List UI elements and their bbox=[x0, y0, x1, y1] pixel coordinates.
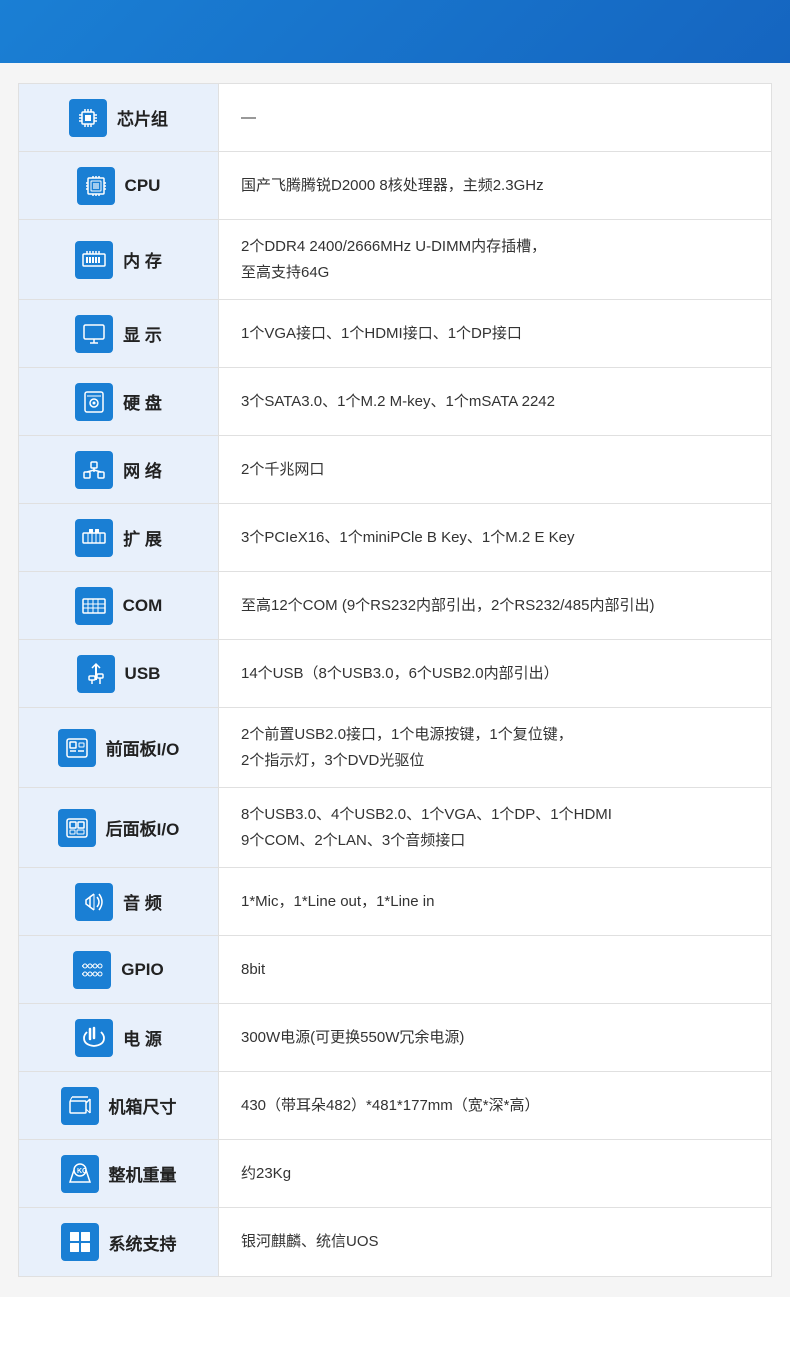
hdd-icon bbox=[75, 383, 113, 421]
spec-row-com: COM 至高12个COM (9个RS232内部引出，2个RS232/485内部引出… bbox=[19, 572, 771, 640]
spec-label-usb: USB bbox=[19, 640, 219, 707]
spec-label-text-os: 系统支持 bbox=[109, 1230, 177, 1255]
power-icon bbox=[75, 1019, 113, 1057]
spec-row-expansion: 扩 展 3个PCIeX16、1个miniPCle B Key、1个M.2 E Ke… bbox=[19, 504, 771, 572]
case-size-icon bbox=[61, 1087, 99, 1125]
spec-row-weight: KG 整机重量 约23Kg bbox=[19, 1140, 771, 1208]
spec-value-cpu: 国产飞腾腾锐D2000 8核处理器，主频2.3GHz bbox=[219, 152, 771, 219]
spec-value-usb: 14个USB（8个USB3.0，6个USB2.0内部引出） bbox=[219, 640, 771, 707]
spec-label-display: 显 示 bbox=[19, 300, 219, 367]
spec-value-os: 银河麒麟、统信UOS bbox=[219, 1208, 771, 1276]
spec-label-case-size: 机箱尺寸 bbox=[19, 1072, 219, 1139]
spec-row-power: 电 源 300W电源(可更换550W冗余电源) bbox=[19, 1004, 771, 1072]
spec-row-hdd: 硬 盘 3个SATA3.0、1个M.2 M-key、1个mSATA 2242 bbox=[19, 368, 771, 436]
spec-label-front-io: 前面板I/O bbox=[19, 708, 219, 787]
spec-row-os: 系统支持 银河麒麟、统信UOS bbox=[19, 1208, 771, 1276]
spec-label-os: 系统支持 bbox=[19, 1208, 219, 1276]
spec-label-text-com: COM bbox=[123, 596, 163, 616]
gpio-icon bbox=[73, 951, 111, 989]
spec-value-expansion: 3个PCIeX16、1个miniPCle B Key、1个M.2 E Key bbox=[219, 504, 771, 571]
spec-value-weight: 约23Kg bbox=[219, 1140, 771, 1207]
page-wrapper: 芯片组 — CPU 国产飞腾腾锐D2000 8核处理器，主频2.3GHz 内 存 2个DD… bbox=[0, 0, 790, 1297]
spec-value-memory: 2个DDR4 2400/2666MHz U-DIMM内存插槽，至高支持64G bbox=[219, 220, 771, 299]
spec-label-audio: 音 频 bbox=[19, 868, 219, 935]
spec-label-weight: KG 整机重量 bbox=[19, 1140, 219, 1207]
spec-label-text-hdd: 硬 盘 bbox=[123, 389, 162, 414]
spec-label-text-usb: USB bbox=[125, 664, 161, 684]
spec-row-audio: 音 频 1*Mic，1*Line out，1*Line in bbox=[19, 868, 771, 936]
spec-label-chipset: 芯片组 bbox=[19, 84, 219, 151]
spec-row-gpio: GPIO 8bit bbox=[19, 936, 771, 1004]
spec-label-expansion: 扩 展 bbox=[19, 504, 219, 571]
spec-value-com: 至高12个COM (9个RS232内部引出，2个RS232/485内部引出) bbox=[219, 572, 771, 639]
spec-label-rear-io: 后面板I/O bbox=[19, 788, 219, 867]
rear-io-icon bbox=[58, 809, 96, 847]
audio-icon bbox=[75, 883, 113, 921]
spec-row-memory: 内 存 2个DDR4 2400/2666MHz U-DIMM内存插槽，至高支持64… bbox=[19, 220, 771, 300]
spec-value-hdd: 3个SATA3.0、1个M.2 M-key、1个mSATA 2242 bbox=[219, 368, 771, 435]
spec-label-text-chipset: 芯片组 bbox=[117, 105, 168, 130]
spec-value-gpio: 8bit bbox=[219, 936, 771, 1003]
front-io-icon bbox=[58, 729, 96, 767]
spec-label-text-front-io: 前面板I/O bbox=[106, 735, 180, 760]
spec-label-cpu: CPU bbox=[19, 152, 219, 219]
spec-label-com: COM bbox=[19, 572, 219, 639]
spec-value-network: 2个千兆网口 bbox=[219, 436, 771, 503]
spec-label-text-weight: 整机重量 bbox=[109, 1161, 177, 1186]
spec-label-text-memory: 内 存 bbox=[123, 247, 162, 272]
spec-row-network: 网 络 2个千兆网口 bbox=[19, 436, 771, 504]
spec-label-text-gpio: GPIO bbox=[121, 960, 164, 980]
spec-label-text-case-size: 机箱尺寸 bbox=[109, 1093, 177, 1118]
spec-label-text-power: 电 源 bbox=[123, 1025, 162, 1050]
spec-label-hdd: 硬 盘 bbox=[19, 368, 219, 435]
spec-row-case-size: 机箱尺寸 430（带耳朵482）*481*177mm（宽*深*高） bbox=[19, 1072, 771, 1140]
spec-row-chipset: 芯片组 — bbox=[19, 84, 771, 152]
spec-row-cpu: CPU 国产飞腾腾锐D2000 8核处理器，主频2.3GHz bbox=[19, 152, 771, 220]
spec-label-text-display: 显 示 bbox=[123, 321, 162, 346]
cpu-icon bbox=[77, 167, 115, 205]
spec-label-text-rear-io: 后面板I/O bbox=[106, 815, 180, 840]
memory-icon bbox=[75, 241, 113, 279]
chipset-icon bbox=[69, 99, 107, 137]
com-icon bbox=[75, 587, 113, 625]
spec-row-rear-io: 后面板I/O 8个USB3.0、4个USB2.0、1个VGA、1个DP、1个HDM… bbox=[19, 788, 771, 868]
spec-value-display: 1个VGA接口、1个HDMI接口、1个DP接口 bbox=[219, 300, 771, 367]
display-icon bbox=[75, 315, 113, 353]
spec-label-memory: 内 存 bbox=[19, 220, 219, 299]
spec-label-gpio: GPIO bbox=[19, 936, 219, 1003]
spec-row-front-io: 前面板I/O 2个前置USB2.0接口，1个电源按键，1个复位键，2个指示灯，3个… bbox=[19, 708, 771, 788]
spec-value-power: 300W电源(可更换550W冗余电源) bbox=[219, 1004, 771, 1071]
expansion-icon bbox=[75, 519, 113, 557]
usb-icon bbox=[77, 655, 115, 693]
spec-value-front-io: 2个前置USB2.0接口，1个电源按键，1个复位键，2个指示灯，3个DVD光驱位 bbox=[219, 708, 771, 787]
spec-value-case-size: 430（带耳朵482）*481*177mm（宽*深*高） bbox=[219, 1072, 771, 1139]
spec-label-text-audio: 音 频 bbox=[123, 889, 162, 914]
spec-table: 芯片组 — CPU 国产飞腾腾锐D2000 8核处理器，主频2.3GHz 内 存 2个DD… bbox=[18, 83, 772, 1277]
spec-label-text-cpu: CPU bbox=[125, 176, 161, 196]
spec-label-network: 网 络 bbox=[19, 436, 219, 503]
spec-label-text-expansion: 扩 展 bbox=[123, 525, 162, 550]
spec-value-audio: 1*Mic，1*Line out，1*Line in bbox=[219, 868, 771, 935]
network-icon bbox=[75, 451, 113, 489]
spec-label-text-network: 网 络 bbox=[123, 457, 162, 482]
spec-row-usb: USB 14个USB（8个USB3.0，6个USB2.0内部引出） bbox=[19, 640, 771, 708]
header bbox=[0, 0, 790, 63]
spec-label-power: 电 源 bbox=[19, 1004, 219, 1071]
os-icon bbox=[61, 1223, 99, 1261]
spec-value-rear-io: 8个USB3.0、4个USB2.0、1个VGA、1个DP、1个HDMI9个COM… bbox=[219, 788, 771, 867]
spec-table-container: 芯片组 — CPU 国产飞腾腾锐D2000 8核处理器，主频2.3GHz 内 存 2个DD… bbox=[0, 63, 790, 1297]
spec-row-display: 显 示 1个VGA接口、1个HDMI接口、1个DP接口 bbox=[19, 300, 771, 368]
spec-value-chipset: — bbox=[219, 84, 771, 151]
weight-icon: KG bbox=[61, 1155, 99, 1193]
